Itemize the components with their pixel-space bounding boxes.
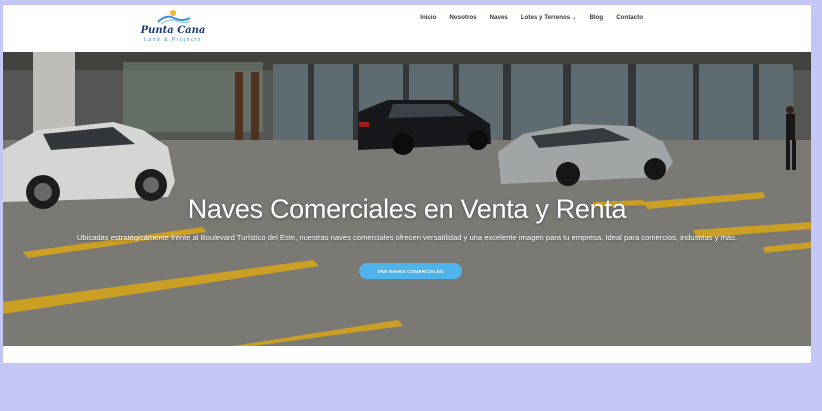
nav-item-contacto[interactable]: Contacto — [616, 14, 643, 21]
nav-item-blog[interactable]: Blog — [589, 14, 603, 21]
nav-item-inicio[interactable]: Inicio — [420, 14, 436, 21]
logo-name: Punta Cana — [140, 25, 206, 36]
logo-tagline: Land & Projects — [144, 37, 202, 43]
ver-naves-comerciales-button[interactable]: VER NAVES COMERCIALES — [359, 263, 462, 279]
hero-title: Naves Comerciales en Venta y Renta — [187, 194, 627, 225]
main-nav: Inicio Nosotros Naves Lotes y Terrenos ⌄ … — [420, 14, 643, 21]
site-logo[interactable]: Punta Cana Land & Projects — [128, 8, 218, 48]
nav-item-naves[interactable]: Naves — [490, 14, 508, 21]
logo-waves-icon — [157, 10, 191, 25]
hero-section: Naves Comerciales en Venta y Renta Ubica… — [3, 52, 811, 346]
nav-item-lotes-y-terrenos[interactable]: Lotes y Terrenos ⌄ — [521, 14, 577, 21]
site-header: Punta Cana Land & Projects Inicio Nosotr… — [3, 5, 811, 52]
nav-item-nosotros[interactable]: Nosotros — [449, 14, 476, 21]
chevron-down-icon: ⌄ — [572, 15, 577, 21]
nav-item-label: Lotes y Terrenos — [520, 14, 571, 21]
browser-viewport: Punta Cana Land & Projects Inicio Nosotr… — [3, 5, 811, 363]
hero-description: Ubicadas estratégicamente frente al Boul… — [76, 232, 738, 242]
section-divider — [3, 346, 811, 363]
